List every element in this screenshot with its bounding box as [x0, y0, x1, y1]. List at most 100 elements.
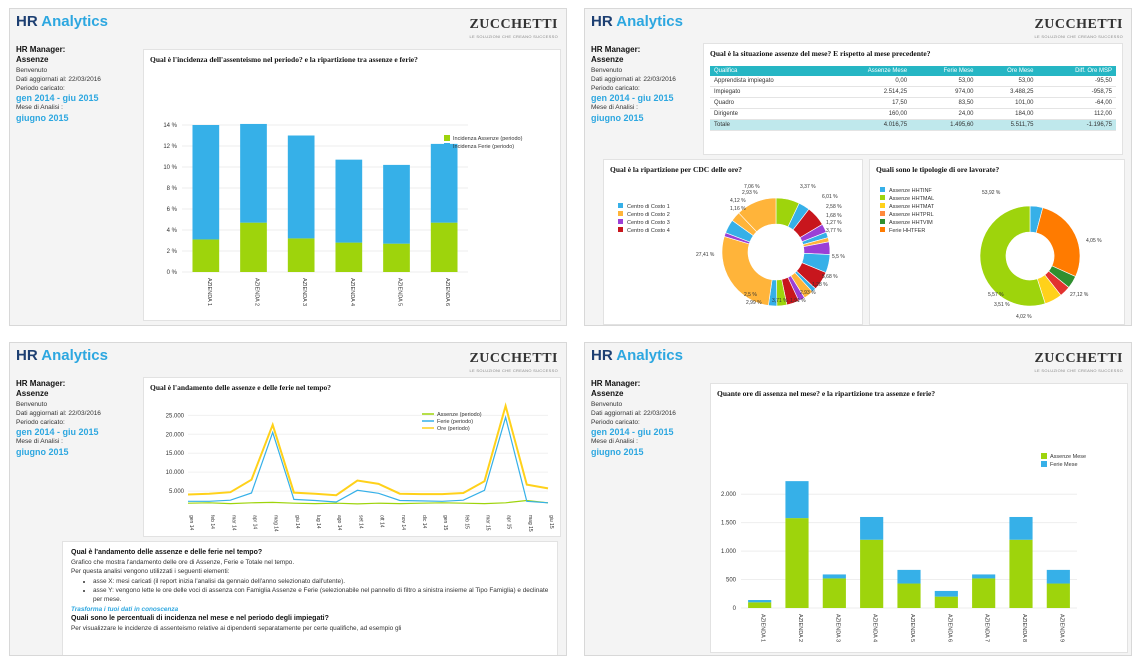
period-value[interactable]: gen 2014 - giu 2015	[591, 93, 701, 104]
sidebar: HR Manager: Assenze Benvenuto Dati aggiorn…	[16, 379, 126, 458]
y-tick-label: 10 %	[163, 165, 177, 171]
list-item: asse Y: vengono lette le ore delle voci …	[93, 586, 549, 605]
table-title: Qual è la situazione assenze del mese? E…	[710, 49, 931, 58]
slice-label: 53,92 %	[982, 190, 1001, 196]
x-tick-label: AZIENDA 1	[206, 278, 212, 306]
bar-segment	[748, 602, 772, 608]
slice-label: 1,91 %	[790, 298, 806, 304]
legend-swatch	[618, 227, 623, 232]
slice-label: 27,41 %	[696, 252, 715, 258]
incidenza-card: Qual è l'incidenza dell'assenteismo nel …	[143, 49, 561, 321]
cdc-card: Qual è la ripartizione per CDC delle ore…	[603, 159, 863, 325]
y-tick-label: 5.000	[169, 489, 185, 495]
description-heading: Qual è l'andamento delle assenze e delle…	[71, 549, 263, 556]
y-tick-label: 14 %	[163, 123, 177, 129]
period-value[interactable]: gen 2014 - giu 2015	[591, 427, 701, 438]
column-header[interactable]: Ore Mese	[977, 66, 1038, 76]
y-tick-label: 0	[733, 606, 737, 612]
slice-label: 3,71 %	[772, 298, 788, 304]
x-tick-label: apr 14	[252, 515, 258, 529]
zucchetti-logo: ZUCCHETTI LE SOLUZIONI CHE CREANO SUCCESS…	[1034, 17, 1123, 39]
month-value[interactable]: giugno 2015	[16, 447, 126, 458]
legend-label: Assenze HHTINF	[889, 188, 932, 194]
x-tick-label: AZIENDA 8	[1021, 614, 1027, 642]
slice-label: 5,57 %	[988, 292, 1004, 298]
legend-label: Incidenza Ferie (periodo)	[453, 144, 514, 150]
x-tick-label: AZIENDA 6	[946, 614, 952, 642]
chart-title: Quali sono le tipologie di ore lavorate?	[876, 165, 1000, 174]
x-tick-label: AZIENDA 3	[834, 614, 840, 642]
legend-swatch	[880, 227, 885, 232]
period-value[interactable]: gen 2014 - giu 2015	[16, 93, 126, 104]
cdc-chart: Centro di Costo 1 Centro di Costo 2 Centro…	[618, 184, 845, 307]
y-tick-label: 15.000	[166, 451, 185, 457]
legend-swatch	[880, 211, 885, 216]
legend-swatch	[880, 195, 885, 200]
slice-label: 1,68 %	[826, 213, 842, 219]
table-header: Qualifica Assenze Mese Ferie Mese Ore Me…	[710, 66, 1116, 76]
slice-label: 2,99 %	[746, 300, 762, 306]
legend-label: Centro di Costo 1	[627, 204, 670, 210]
month-value[interactable]: giugno 2015	[591, 113, 701, 124]
x-tick-label: mar 14	[230, 515, 236, 531]
table-row: Impiegato 2.514,25 974,00 3.488,25 -958,75	[710, 86, 1116, 98]
legend-label: Centro di Costo 3	[627, 220, 670, 226]
slice-label: 2,93 %	[742, 190, 758, 196]
legend-label: Ferie Mese	[1050, 462, 1078, 468]
month-value[interactable]: giugno 2015	[16, 113, 126, 124]
x-tick-label: AZIENDA 2	[797, 614, 803, 642]
bar-segment	[972, 574, 996, 579]
app-title: HR Analytics	[16, 347, 108, 364]
legend-swatch	[444, 143, 450, 149]
legend-swatch	[880, 187, 885, 192]
slice-label: 5,5 %	[832, 254, 845, 260]
x-tick-label: AZIENDA 4	[349, 278, 355, 306]
column-header[interactable]: Diff. Ore MSP	[1037, 66, 1116, 76]
x-tick-label: AZIENDA 6	[444, 278, 450, 306]
legend-swatch	[618, 203, 623, 208]
zucchetti-logo: ZUCCHETTI LE SOLUZIONI CHE CREANO SUCCESS…	[469, 17, 558, 39]
legend-label: Ferie HHTFER	[889, 228, 925, 234]
bar-segment	[287, 238, 315, 272]
legend-label: Assenze HHTMAT	[889, 204, 935, 210]
column-header[interactable]: Assenze Mese	[828, 66, 912, 76]
bar-segment	[748, 600, 772, 603]
slice-label: 3,77 %	[826, 228, 842, 234]
dashboard-panel-ore-mese: HR Analytics ZUCCHETTI LE SOLUZIONI CHE C…	[584, 342, 1132, 656]
x-tick-label: AZIENDA 1	[760, 614, 766, 642]
tipologie-card: Quali sono le tipologie di ore lavorate?…	[869, 159, 1125, 325]
description-box: Qual è l'andamento delle assenze e delle…	[62, 541, 558, 655]
slice-label: 1,16 %	[730, 206, 746, 212]
legend-label: Assenze HHTPRL	[889, 212, 934, 218]
bar-segment	[287, 135, 315, 239]
series-line	[188, 415, 549, 504]
x-tick-label: gen 14	[188, 515, 194, 531]
period-value[interactable]: gen 2014 - giu 2015	[16, 427, 126, 438]
column-header[interactable]: Ferie Mese	[911, 66, 978, 76]
legend-swatch	[618, 219, 623, 224]
x-tick-label: giu 15	[548, 515, 554, 529]
situazione-card: Qual è la situazione assenze del mese? E…	[703, 43, 1123, 155]
description-heading: Quali sono le percentuali di incidenza n…	[71, 614, 329, 622]
bar-segment	[335, 159, 363, 243]
incidenza-chart: 0 % 2 % 4 % 6 % 8 % 10 % 12 % 14 % AZIENDA 1 AZIE…	[163, 123, 522, 306]
slice-label: 4,05 %	[1086, 238, 1102, 244]
zucchetti-logo: ZUCCHETTI LE SOLUZIONI CHE CREANO SUCCESS…	[1034, 351, 1123, 373]
bar-segment	[897, 569, 921, 584]
y-tick-label: 1.500	[721, 521, 737, 527]
bar-segment	[972, 578, 996, 608]
bar-segment	[785, 518, 809, 608]
legend-swatch	[1041, 461, 1047, 467]
slice-label: 2,58 %	[826, 204, 842, 210]
slice-label: 4,02 %	[1016, 314, 1032, 320]
bar-segment	[1009, 516, 1033, 540]
legend-swatch	[1041, 453, 1047, 459]
month-value[interactable]: giugno 2015	[591, 447, 701, 458]
table-row: Dirigente 160,00 24,00 184,00 112,00	[710, 108, 1116, 120]
andamento-chart: 5.000 10.000 15.000 20.000 25.000 Assenze (pe…	[166, 402, 554, 532]
dashboard-panel-andamento: HR Analytics ZUCCHETTI LE SOLUZIONI CHE C…	[9, 342, 567, 656]
slice-label: 6,01 %	[822, 194, 838, 200]
x-tick-label: apr 15	[506, 515, 512, 529]
column-header[interactable]: Qualifica	[710, 66, 829, 76]
x-tick-label: AZIENDA 2	[254, 278, 260, 306]
